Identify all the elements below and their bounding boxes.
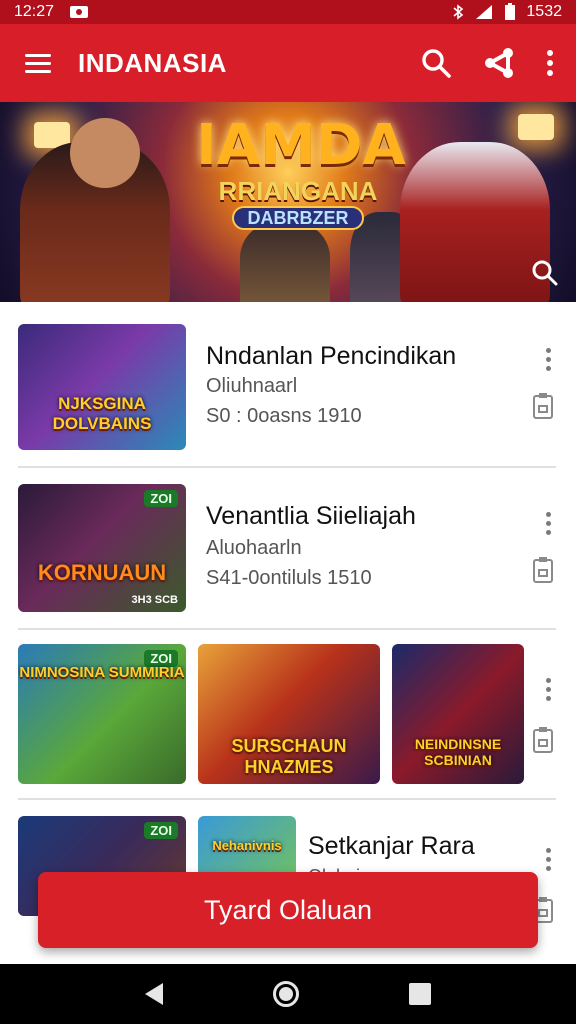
hero-figure <box>240 222 330 302</box>
menu-icon[interactable] <box>24 49 52 77</box>
list-item[interactable]: ZOI NIMNOSINA SUMMIRIA SURSCHAUN HNAZMES… <box>0 630 576 798</box>
item-subtitle: Aluohaarln <box>206 537 302 559</box>
search-icon[interactable] <box>420 47 452 79</box>
recents-icon[interactable] <box>409 983 431 1005</box>
thumbnail-badge: ZOI <box>144 822 178 839</box>
save-icon[interactable] <box>532 392 554 420</box>
status-bar: 12:27 1532 <box>0 0 576 24</box>
list-item[interactable]: NJKSGINA DOLVBAINS Nndanlan Pencindikan … <box>0 302 576 466</box>
more-vert-icon[interactable] <box>546 49 554 77</box>
thumbnail-art-text: NJKSGINA DOLVBAINS <box>52 394 152 433</box>
thumbnail-art-text: Nehanivnis <box>212 838 282 853</box>
zoom-icon[interactable] <box>530 258 558 286</box>
app-bar: INDANASIA <box>0 24 576 102</box>
banner-badge: DABRBZER <box>232 206 364 230</box>
more-options-icon[interactable] <box>546 678 552 701</box>
home-icon[interactable] <box>273 981 299 1007</box>
item-title: Setkanjar Rara <box>308 832 475 860</box>
banner-title: IAMDA <box>196 113 406 178</box>
notification-icon <box>70 6 89 18</box>
thumbnail-art-text: SURSCHAUN HNAZMES <box>231 736 347 777</box>
item-meta: S41-0ontiluls 1510 <box>206 567 372 589</box>
thumbnail-corner-text: 3H3 SCB <box>131 594 178 606</box>
game-thumbnail[interactable]: ZOI NIMNOSINA SUMMIRIA <box>18 644 186 784</box>
banner-subtitle: RRIANGANA <box>218 176 378 206</box>
thumbnail-badge: ZOI <box>144 490 178 507</box>
thumbnail-art-text: NIMNOSINA SUMMIRIA <box>19 664 185 681</box>
status-time: 12:27 <box>14 3 55 20</box>
more-options-icon[interactable] <box>546 512 552 535</box>
back-icon[interactable] <box>145 983 163 1005</box>
more-options-icon[interactable] <box>546 348 552 371</box>
save-icon[interactable] <box>532 556 554 584</box>
more-options-icon[interactable] <box>546 848 552 871</box>
hero-figure <box>400 142 550 302</box>
thumbnail-art-text: NEINDINSNE SCBINIAN <box>414 736 502 768</box>
game-thumbnail[interactable]: NJKSGINA DOLVBAINS <box>18 324 186 450</box>
bluetooth-icon <box>453 4 464 20</box>
app-title: INDANASIA <box>78 47 227 78</box>
game-thumbnail[interactable]: ZOI KORNUAUN 3H3 SCB <box>18 484 186 612</box>
system-nav-bar <box>0 964 576 1024</box>
hero-face <box>70 118 140 188</box>
game-thumbnail[interactable]: NEINDINSNE SCBINIAN <box>392 644 524 784</box>
list-item[interactable]: ZOI KORNUAUN 3H3 SCB Venantlia Siieliaja… <box>0 468 576 628</box>
signal-icon <box>476 5 493 19</box>
primary-action-button[interactable]: Tyard Olaluan <box>38 872 538 948</box>
item-title: Venantlia Siieliajah <box>206 502 416 530</box>
save-icon[interactable] <box>532 726 554 754</box>
share-icon[interactable] <box>482 46 516 80</box>
status-battery-text: 1532 <box>526 3 562 20</box>
item-title: Nndanlan Pencindikan <box>206 342 457 370</box>
game-thumbnail[interactable]: SURSCHAUN HNAZMES <box>198 644 380 784</box>
featured-banner[interactable]: IAMDA RRIANGANA DABRBZER <box>0 102 576 302</box>
battery-icon <box>505 3 516 20</box>
item-subtitle: Oliuhnaarl <box>206 375 298 397</box>
item-meta: S0 : 0oasns 1910 <box>206 405 362 427</box>
stage-light <box>518 114 554 140</box>
thumbnail-art-text: KORNUAUN <box>37 560 167 585</box>
